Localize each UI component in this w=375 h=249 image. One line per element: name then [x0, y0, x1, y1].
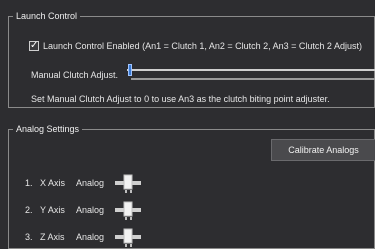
axis-row: 3. Z Axis Analog: [9, 228, 209, 248]
slider-thumb[interactable]: [128, 64, 132, 76]
analog-settings-title: Analog Settings: [13, 124, 83, 135]
slider-baseline: [131, 78, 375, 80]
launch-control-title: Launch Control: [13, 11, 81, 22]
axis-name: Y Axis: [40, 205, 65, 215]
analog-settings-group: Analog Settings Calibrate Analogs 1. X A…: [8, 124, 375, 249]
launch-control-enabled-checkbox[interactable]: ✓: [29, 40, 39, 51]
launch-control-group: Launch Control ✓ Launch Control Enabled …: [8, 11, 375, 108]
manual-clutch-label: Manual Clutch Adjust.: [31, 70, 119, 80]
axis-number: 3.: [25, 232, 33, 242]
axis-row: 1. X Axis Analog: [9, 174, 209, 194]
axis-name: Z Axis: [40, 232, 65, 242]
axis-name: X Axis: [40, 178, 66, 188]
launch-control-enabled-label: Launch Control Enabled (An1 = Clutch 1, …: [43, 41, 362, 51]
axis-type: Analog: [76, 205, 105, 215]
axis-slider[interactable]: [113, 227, 143, 247]
axis-type: Analog: [76, 178, 105, 188]
axis-slider[interactable]: [113, 200, 143, 220]
axis-slider[interactable]: [113, 173, 143, 193]
manual-clutch-slider[interactable]: [127, 63, 375, 81]
launch-control-hint: Set Manual Clutch Adjust to 0 to use An3…: [31, 94, 330, 104]
axis-number: 2.: [25, 205, 33, 215]
slider-track: [127, 69, 375, 71]
axis-number: 1.: [25, 178, 33, 188]
calibrate-analogs-button[interactable]: Calibrate Analogs: [271, 139, 375, 161]
axis-type: Analog: [76, 232, 105, 242]
axis-row: 2. Y Axis Analog: [9, 201, 209, 221]
checkmark-icon: ✓: [30, 40, 39, 51]
